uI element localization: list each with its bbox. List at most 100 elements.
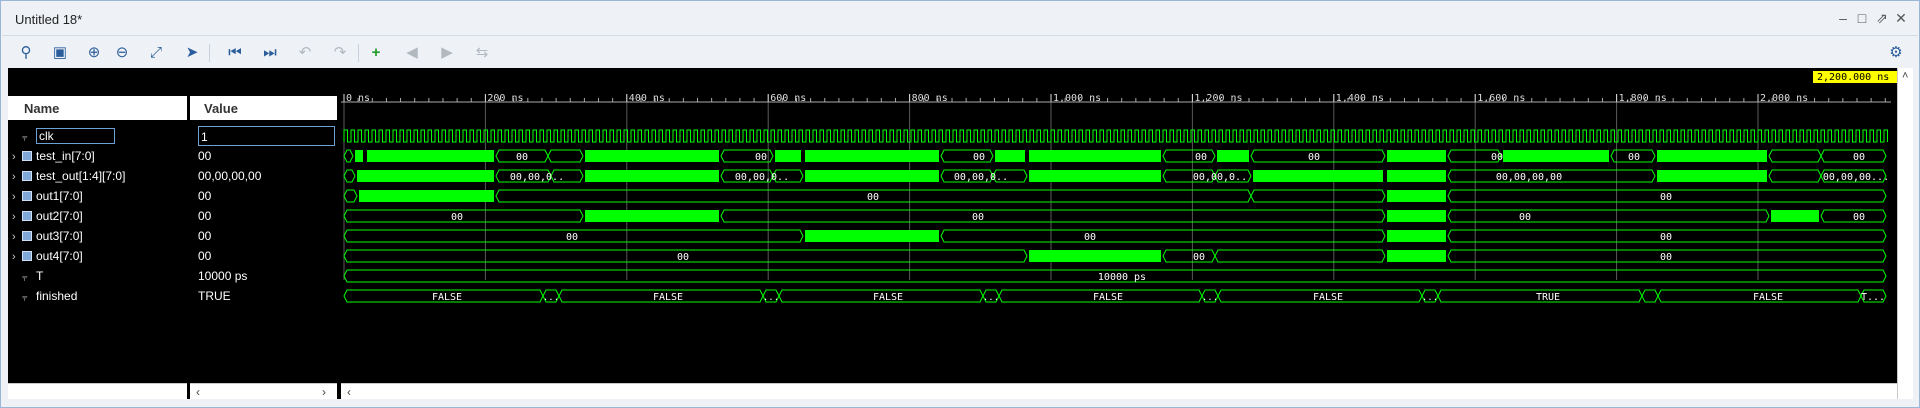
bus-value-label: 00 (677, 252, 689, 263)
bus-value-label: FALSE (653, 292, 683, 303)
bus-signal-icon (22, 171, 32, 181)
bus-segment (1768, 169, 1822, 183)
zoom-out-icon[interactable]: ⊖ (111, 41, 133, 63)
bus-value-label: 00 (867, 192, 879, 203)
signal-name: out4[7:0] (36, 249, 83, 263)
bus-signal-icon (22, 191, 32, 201)
search-icon[interactable]: ⚲ (15, 41, 37, 63)
names-scrollbar[interactable] (8, 383, 187, 399)
ellipsis-label: ... (543, 293, 559, 303)
expand-chevron-icon[interactable]: › (12, 187, 22, 207)
values-pane: Value 1 00 00,00,00,00 00 00 00 00 10000 ps TRUE… (190, 68, 337, 399)
signal-row-name[interactable]: › out3[7:0] (12, 226, 83, 246)
bus-active-segment (1387, 170, 1446, 182)
save-icon[interactable]: ▣ (49, 41, 71, 63)
names-pane: Name ⫧ clk › test_in[7:0] › test_out[1:4][7:0… (8, 68, 187, 399)
signal-row-name[interactable]: ⫧ clk (12, 126, 115, 146)
expand-chevron-icon[interactable]: › (12, 247, 22, 267)
next-transition-icon[interactable]: ↷ (329, 41, 351, 63)
bus-value-label: 00 (1084, 232, 1096, 243)
bus-value-label: FALSE (1093, 292, 1123, 303)
signal-name: out3[7:0] (36, 229, 83, 243)
close-icon[interactable]: ✕ (1893, 10, 1909, 26)
float-icon[interactable]: ⇗ (1874, 10, 1890, 26)
previous-marker-icon[interactable]: ◀ (401, 41, 423, 63)
bus-active-segment (585, 150, 719, 162)
zoom-fit-icon[interactable]: ⤢ (145, 41, 167, 63)
bus-active-segment (995, 150, 1025, 162)
bus-value-label: 00,00,00... (1823, 172, 1889, 183)
bus-segment (1447, 209, 1770, 223)
bus-active-segment (775, 150, 801, 162)
signal-value: 00 (198, 209, 212, 223)
scroll-up-icon[interactable]: ˄ (1902, 70, 1908, 82)
scroll-left-icon[interactable]: ‹ (347, 385, 351, 399)
minimize-icon[interactable]: – (1835, 10, 1851, 26)
restore-icon[interactable]: □ (1854, 10, 1870, 26)
bus-value-label: 00 (1193, 252, 1205, 263)
signal-row-name[interactable]: › out4[7:0] (12, 246, 83, 266)
bus-active-segment (1387, 210, 1446, 222)
signal-value: 00 (198, 149, 212, 163)
bus-value-label: 00 (451, 212, 463, 223)
previous-transition-icon[interactable]: ↶ (294, 41, 316, 63)
bus-signal-icon (22, 251, 32, 261)
signal-row-name[interactable]: › test_in[7:0] (12, 146, 95, 166)
bus-active-segment (1387, 150, 1446, 162)
bus-active-segment (585, 170, 719, 182)
scroll-left-icon[interactable]: ‹ (196, 385, 200, 399)
bus-value-label: 00 (1491, 152, 1503, 163)
next-marker-icon[interactable]: ▶ (436, 41, 458, 63)
bus-value-label: 00 (1853, 152, 1865, 163)
bus-active-segment (357, 170, 494, 182)
signal-name: T (36, 269, 44, 283)
bus-value-label: FALSE (873, 292, 903, 303)
bus-segment (1641, 289, 1659, 303)
expand-chevron-icon[interactable]: › (12, 207, 22, 227)
vertical-scrollbar[interactable]: ˄ (1897, 68, 1913, 399)
signal-row-name[interactable]: › out2[7:0] (12, 206, 83, 226)
expand-chevron-icon[interactable]: › (12, 167, 22, 187)
waveform-pane[interactable]: 0 ns 200 ns 400 ns 600 ns 800 ns 1,000 ns 1,20… (341, 68, 1897, 399)
add-marker-icon[interactable]: + (365, 41, 387, 63)
go-to-end-icon[interactable]: ⏭ (259, 41, 281, 63)
bus-active-segment (1657, 170, 1767, 182)
signal-row-name[interactable]: ⫧ finished (12, 286, 77, 306)
signal-name: clk (36, 128, 115, 144)
bus-value-label: 00 (973, 152, 985, 163)
signal-row-name[interactable]: › test_out[1:4][7:0] (12, 166, 125, 186)
settings-icon[interactable]: ⚙ (1885, 41, 1907, 63)
bus-segment (343, 149, 354, 163)
go-to-cursor-icon[interactable]: ➤ (181, 41, 203, 63)
swap-cursors-icon[interactable]: ⇆ (471, 41, 493, 63)
bus-segment (343, 189, 358, 203)
bus-value-label: FALSE (432, 292, 462, 303)
signal-value: 10000 ps (198, 269, 248, 283)
cursor-time-label: 2,200.000 ns (1817, 72, 1889, 83)
signal-row-name[interactable]: › out1[7:0] (12, 186, 83, 206)
bus-value-label: 10000 ps (1098, 272, 1146, 283)
expand-chevron-icon[interactable]: › (12, 147, 22, 167)
bus-active-segment (805, 230, 939, 242)
bus-active-segment (1029, 170, 1161, 182)
go-to-start-icon[interactable]: ⏮ (224, 41, 246, 63)
bus-value-label: T... (1861, 292, 1885, 303)
bus-active-segment (1029, 150, 1161, 162)
title-bar: Untitled 18* – □ ⇗ ✕ (2, 2, 1918, 36)
signal-name: test_in[7:0] (36, 149, 95, 163)
bus-value-label: 00 (1660, 192, 1672, 203)
bus-active-segment (1387, 250, 1446, 262)
bus-active-segment (359, 190, 494, 202)
value-column-header: Value (190, 96, 337, 120)
bus-signal-icon (22, 151, 32, 161)
waveform-scrollbar[interactable]: ‹ (341, 383, 1897, 399)
expand-chevron-icon[interactable]: › (12, 227, 22, 247)
signal-value: 00,00,00,00 (198, 169, 262, 183)
values-scrollbar[interactable]: ‹ › (190, 383, 337, 399)
zoom-in-icon[interactable]: ⊕ (83, 41, 105, 63)
signal-row-name[interactable]: ⫧ T (12, 266, 43, 286)
scroll-right-icon[interactable]: › (322, 385, 326, 399)
bus-active-segment (805, 150, 939, 162)
waveform-canvas[interactable]: 0 ns 200 ns 400 ns 600 ns 800 ns 1,000 ns 1,20… (341, 68, 1897, 383)
bus-signal-icon (22, 211, 32, 221)
